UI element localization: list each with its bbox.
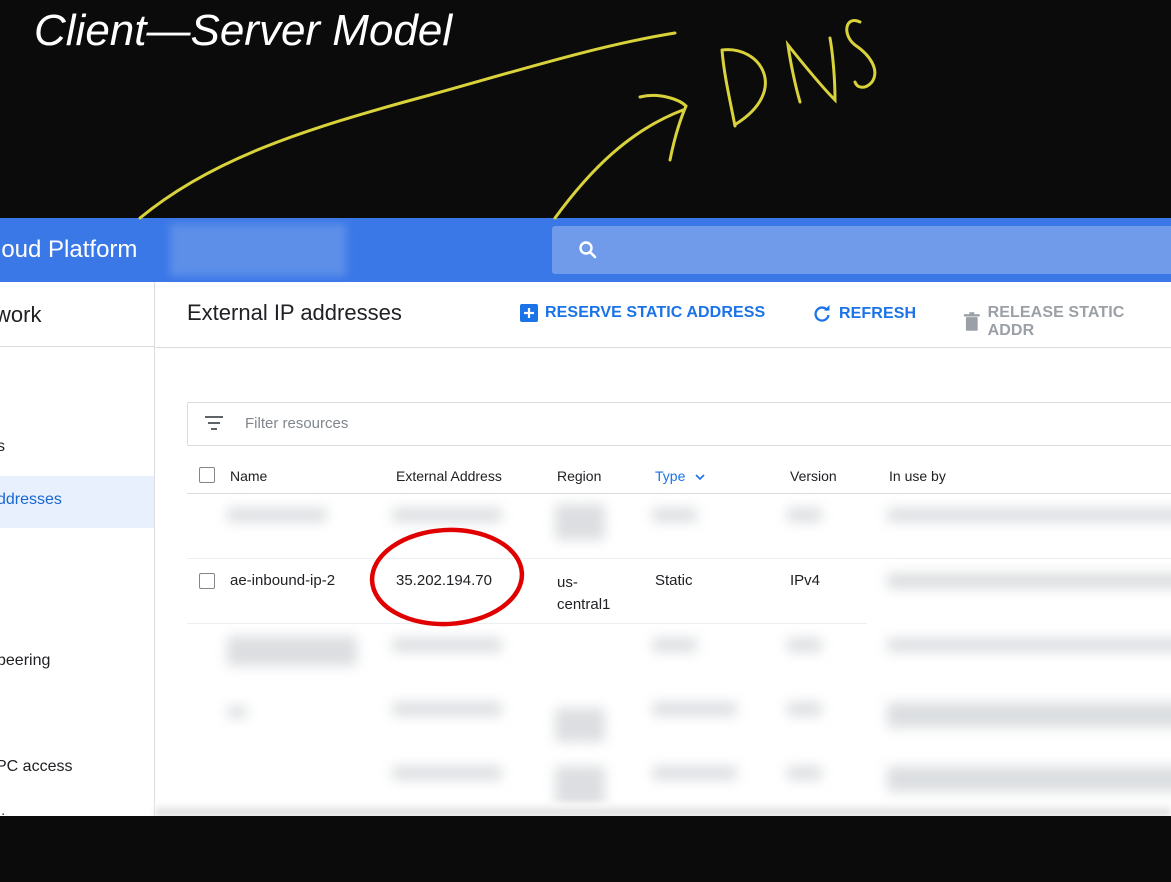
project-selector-blurred[interactable] (170, 224, 346, 276)
table-row-blurred (187, 624, 1171, 688)
sidebar-item-label: PC access (0, 758, 73, 775)
filter-icon (205, 416, 223, 430)
sidebar-item-private-vpc-access[interactable]: PC access (0, 743, 154, 795)
cell-region: us- central1 (557, 572, 610, 616)
arrowhead (638, 93, 688, 162)
cell-type: Static (655, 572, 693, 589)
chevron-down-icon (695, 474, 705, 481)
row-checkbox[interactable] (199, 573, 215, 589)
search-icon (579, 241, 597, 259)
reserve-label: RESERVE STATIC ADDRESS (545, 304, 766, 321)
gcp-console-screenshot: loud Platform work s ddresses peering PC… (0, 218, 1171, 816)
sidebar-item-vpc-peering[interactable]: peering (0, 637, 154, 689)
select-all-checkbox[interactable] (199, 467, 215, 483)
refresh-button[interactable]: REFRESH (812, 304, 916, 324)
sidebar-item-label: ring (0, 812, 23, 816)
refresh-label: REFRESH (839, 305, 917, 322)
column-header-version[interactable]: Version (790, 468, 837, 484)
column-header-in-use-by[interactable]: In use by (889, 468, 946, 484)
cell-in-use-by-blurred (887, 573, 1171, 589)
page-header: External IP addresses RESERVE STATIC ADD… (155, 282, 1171, 348)
column-header-type[interactable]: Type (655, 468, 706, 484)
sidebar-item-label: peering (0, 652, 51, 669)
top-app-bar: loud Platform (0, 218, 1171, 282)
table-row[interactable]: ae-inbound-ip-2 35.202.194.70 us- centra… (187, 559, 1171, 623)
blur-edge (155, 803, 1171, 816)
column-header-type-label: Type (655, 468, 686, 484)
cell-name[interactable]: ae-inbound-ip-2 (230, 572, 335, 589)
trash-icon (963, 312, 980, 331)
brand-name[interactable]: loud Platform (0, 236, 137, 264)
handwriting-s (845, 19, 877, 89)
page-title: External IP addresses (187, 300, 402, 325)
slide-title: Client—Server Model (34, 6, 453, 55)
refresh-icon (814, 305, 830, 322)
sidebar-heading: work (0, 302, 42, 327)
filter-placeholder: Filter resources (245, 415, 349, 432)
handwriting-d (720, 48, 767, 128)
handwriting-n (785, 36, 837, 104)
table-row-blurred (187, 688, 1171, 752)
cell-region-line: us- (557, 574, 578, 591)
sidebar-item-external-ip-addresses[interactable]: ddresses (0, 476, 154, 528)
arrow-curve-to-dns (138, 31, 677, 220)
column-header-name[interactable]: Name (230, 468, 267, 484)
release-static-address-button[interactable]: RELEASE STATIC ADDR (963, 304, 1171, 340)
sidebar-item-label: s (0, 438, 5, 455)
cell-external-address: 35.202.194.70 (396, 572, 492, 589)
sidebar-item-mirroring[interactable]: ring (0, 797, 154, 816)
cell-version: IPv4 (790, 572, 821, 589)
cell-region-line: central1 (557, 596, 611, 613)
table-row-blurred (187, 494, 1171, 558)
release-label: RELEASE STATIC ADDR (987, 304, 1125, 339)
sidebar: work s ddresses peering PC access ring (0, 282, 155, 816)
filter-input[interactable]: Filter resources (187, 402, 1171, 446)
search-input[interactable] (552, 226, 1171, 274)
column-header-external-address[interactable]: External Address (396, 468, 502, 484)
add-box-icon (520, 304, 538, 322)
arrow-to-dns (553, 108, 685, 220)
divider (0, 346, 154, 347)
sidebar-item-label: ddresses (0, 491, 62, 508)
sidebar-item-1[interactable]: s (0, 423, 154, 475)
reserve-static-address-button[interactable]: RESERVE STATIC ADDRESS (520, 304, 765, 322)
column-header-region[interactable]: Region (557, 468, 601, 484)
